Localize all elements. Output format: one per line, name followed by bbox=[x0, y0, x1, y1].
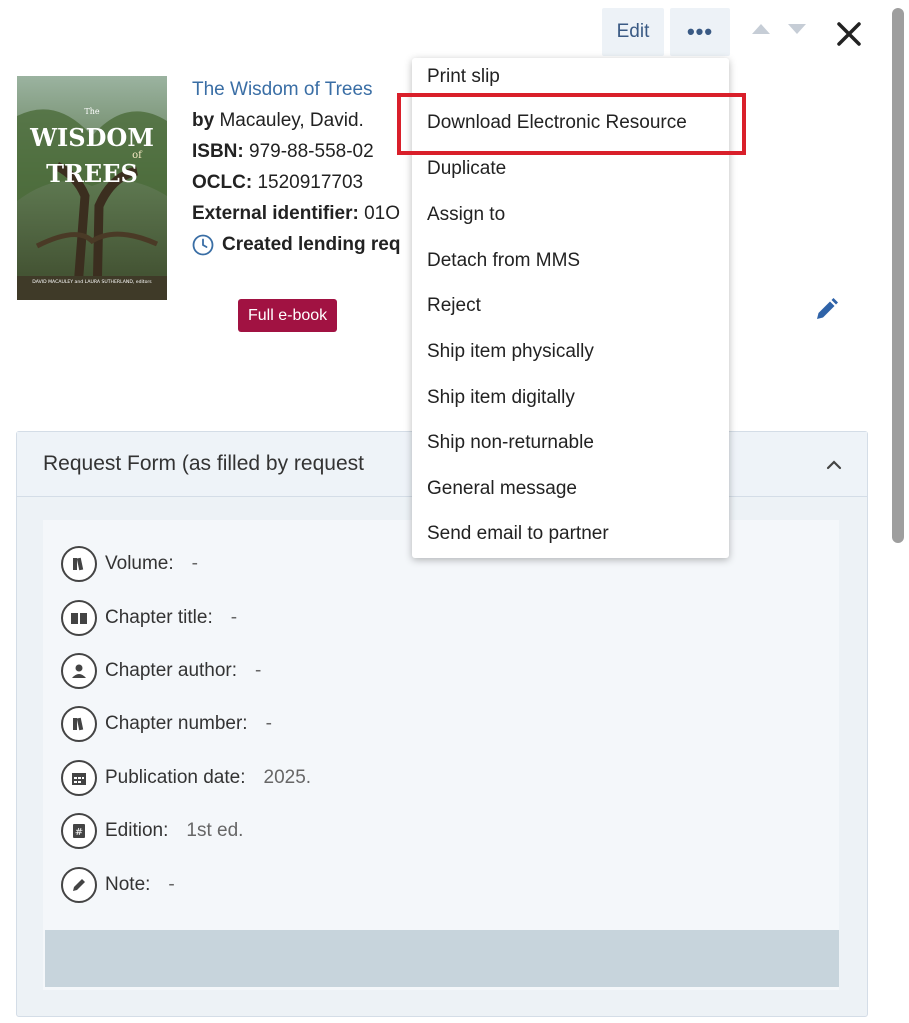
book-cover-image: The WISDOM of TREES DAVID MACAULEY and L… bbox=[17, 76, 167, 300]
record-title-link[interactable]: The Wisdom of Trees bbox=[192, 79, 373, 100]
more-actions-button[interactable]: ••• bbox=[670, 8, 730, 56]
close-icon[interactable] bbox=[832, 12, 866, 52]
field-value: 1st ed. bbox=[186, 820, 244, 841]
books-icon bbox=[61, 546, 97, 582]
field-value: - bbox=[265, 713, 272, 734]
menu-item-general-message[interactable]: General message bbox=[427, 478, 577, 500]
pencil-icon bbox=[61, 867, 97, 903]
field-label: Chapter author: bbox=[105, 660, 238, 681]
panel-footer-bar bbox=[45, 930, 839, 987]
chapter-title-field: Chapter title: - bbox=[61, 600, 237, 636]
field-value: - bbox=[191, 553, 198, 574]
open-book-icon bbox=[61, 600, 97, 636]
created-status: Created lending req bbox=[192, 229, 400, 260]
menu-item-print-slip[interactable]: Print slip bbox=[427, 66, 500, 88]
full-ebook-badge: Full e-book bbox=[238, 299, 338, 332]
request-form-title: Request Form (as filled by request bbox=[43, 452, 364, 475]
menu-item-assign-to[interactable]: Assign to bbox=[427, 204, 505, 226]
field-label: Note: bbox=[105, 874, 151, 895]
created-status-text: Created lending req bbox=[222, 234, 401, 255]
isbn-value: 979-88-558-02 bbox=[249, 141, 374, 162]
field-label: Chapter title: bbox=[105, 607, 213, 628]
oclc-label: OCLC: bbox=[192, 172, 253, 193]
edit-pencil-icon[interactable] bbox=[812, 296, 840, 324]
menu-item-duplicate[interactable]: Duplicate bbox=[427, 158, 506, 180]
external-id-label: External identifier: bbox=[192, 203, 359, 224]
field-label: Publication date: bbox=[105, 767, 246, 788]
svg-text:#: # bbox=[75, 827, 83, 838]
highlight-box bbox=[397, 93, 746, 155]
field-label: Chapter number: bbox=[105, 713, 248, 734]
previous-record-icon[interactable] bbox=[752, 24, 770, 34]
cover-small-text: The bbox=[84, 107, 99, 116]
books-icon bbox=[61, 706, 97, 742]
menu-item-ship-item-physically[interactable]: Ship item physically bbox=[427, 341, 594, 363]
cover-editors: DAVID MACAULEY and LAURA SUTHERLAND, edi… bbox=[32, 279, 152, 285]
field-label: Edition: bbox=[105, 820, 169, 841]
menu-item-reject[interactable]: Reject bbox=[427, 295, 481, 317]
external-id-value: 01O bbox=[364, 203, 401, 224]
calendar-icon bbox=[61, 760, 97, 796]
author-label: by bbox=[192, 110, 215, 131]
field-value: - bbox=[255, 660, 262, 681]
volume-field: Volume: - bbox=[61, 546, 198, 582]
menu-item-ship-item-digitally[interactable]: Ship item digitally bbox=[427, 387, 575, 409]
field-label: Volume: bbox=[105, 553, 174, 574]
author-value: Macauley, David. bbox=[219, 110, 364, 131]
publication-date-field: Publication date: 2025. bbox=[61, 760, 311, 796]
isbn-label: ISBN: bbox=[192, 141, 244, 162]
cover-title-line2: TREES bbox=[46, 159, 138, 188]
scrollbar-thumb[interactable] bbox=[892, 8, 904, 543]
edit-button[interactable]: Edit bbox=[602, 8, 664, 56]
oclc-value: 1520917703 bbox=[257, 172, 364, 193]
field-value: - bbox=[230, 607, 238, 628]
chapter-number-field: Chapter number: - bbox=[61, 706, 272, 742]
cover-title-line1: WISDOM bbox=[29, 123, 154, 152]
edition-field: # Edition: 1st ed. bbox=[61, 813, 243, 849]
chevron-up-icon[interactable] bbox=[825, 456, 843, 474]
person-icon bbox=[61, 653, 97, 689]
menu-item-detach-from-mms[interactable]: Detach from MMS bbox=[427, 250, 580, 272]
clock-icon bbox=[192, 234, 214, 255]
hash-book-icon: # bbox=[61, 813, 97, 849]
field-value: - bbox=[168, 874, 175, 895]
chapter-author-field: Chapter author: - bbox=[61, 653, 261, 689]
note-field: Note: - bbox=[61, 867, 175, 903]
menu-item-ship-non-returnable[interactable]: Ship non-returnable bbox=[427, 432, 594, 454]
field-value: 2025. bbox=[263, 767, 312, 788]
next-record-icon[interactable] bbox=[788, 24, 806, 34]
menu-item-send-email-to-partner[interactable]: Send email to partner bbox=[427, 523, 609, 545]
request-form-body: Volume: - Chapter title: - Chapter autho… bbox=[43, 520, 839, 990]
record-info: The Wisdom of Trees by Macauley, David. … bbox=[192, 74, 400, 260]
